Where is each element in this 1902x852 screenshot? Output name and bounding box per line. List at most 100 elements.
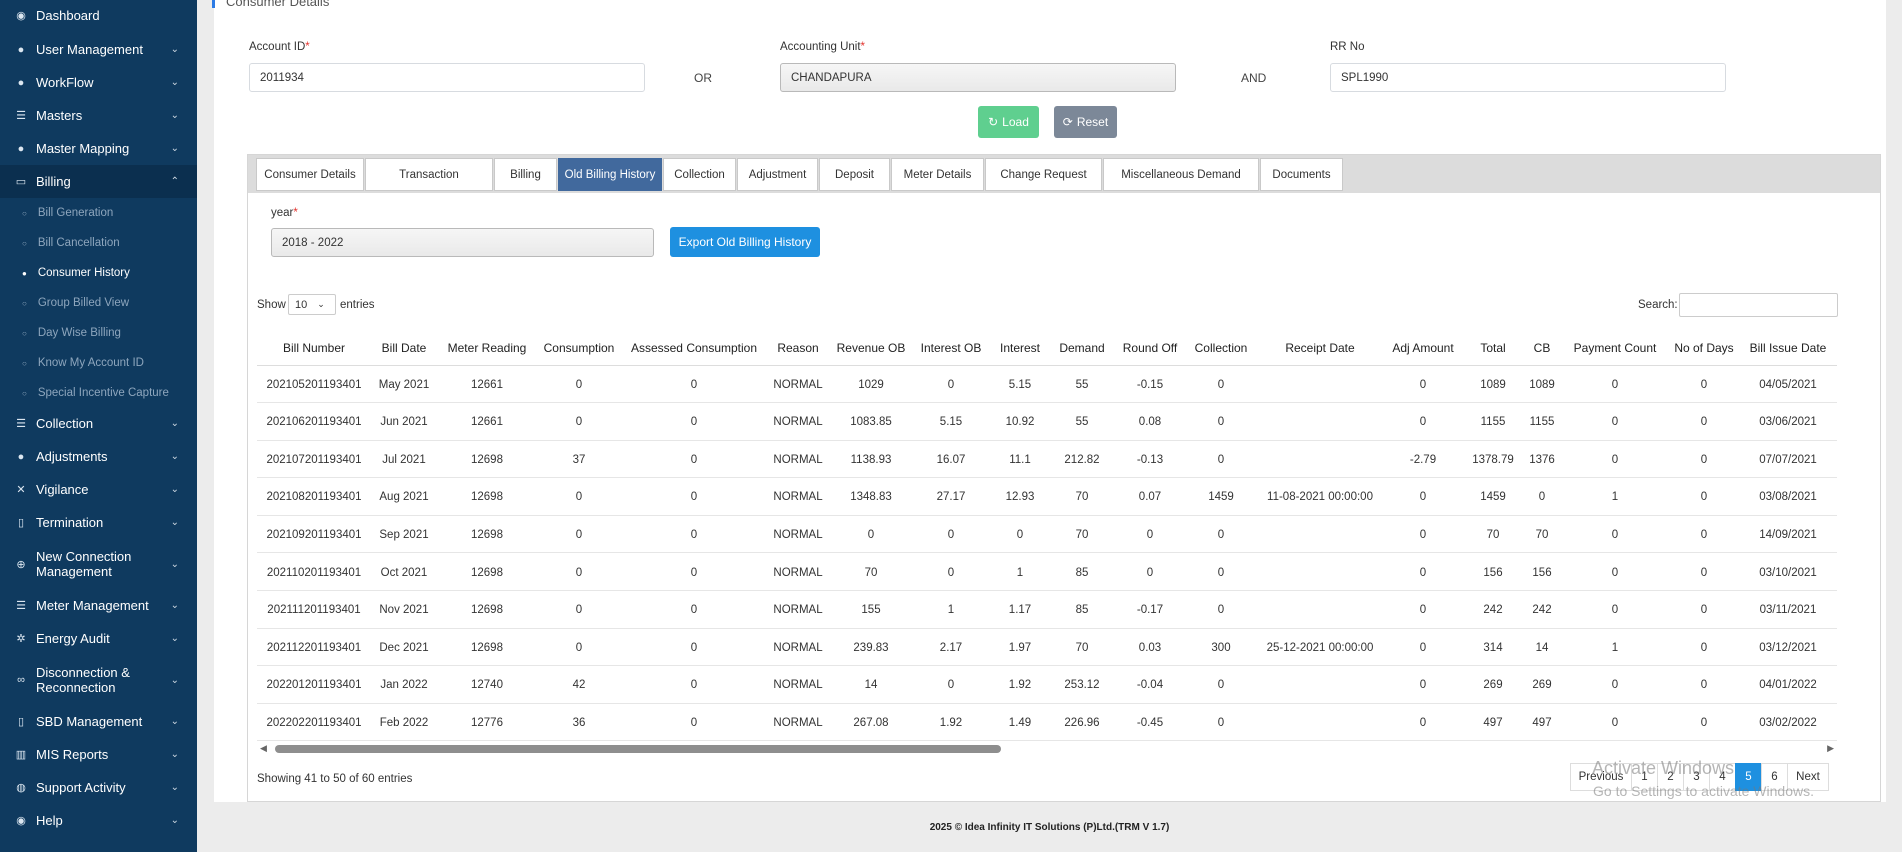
sidebar-item-master-mapping[interactable]: ● Master Mapping ⌄ — [0, 132, 197, 165]
chevron-icon: ⌄ — [170, 418, 179, 429]
rr-no-input[interactable]: SPL1990 — [1330, 63, 1726, 92]
mobile-icon: ▯ — [17, 716, 25, 728]
sidebar-item-collection[interactable]: ☰ Collection ⌄ — [0, 407, 197, 440]
cell-cb: 242 — [1532, 604, 1552, 617]
tab-old-billing-history[interactable]: Old Billing History — [558, 158, 662, 191]
billing-sub-know-my-account-id[interactable]: ○ Know My Account ID — [0, 348, 197, 378]
sidebar-item-termination[interactable]: ▯ Termination ⌄ — [0, 506, 197, 539]
load-button[interactable]: ↻ Load — [978, 106, 1039, 138]
sidebar-item-dashboard[interactable]: ◉ Dashboard — [0, 0, 197, 30]
tab-documents[interactable]: Documents — [1260, 158, 1343, 191]
billing-sub-group-billed-view[interactable]: ○ Group Billed View — [0, 288, 197, 318]
sidebar-item-energy-audit[interactable]: ✲ Energy Audit ⌄ — [0, 622, 197, 655]
cell-no-of-days: 0 — [1700, 604, 1708, 617]
billing-sub-bill-generation[interactable]: ○ Bill Generation — [0, 198, 197, 228]
cell-adj-amount: 0 — [1419, 566, 1427, 579]
search-input[interactable] — [1679, 293, 1838, 317]
column-header-assessed-consumption[interactable]: Assessed Consumption — [624, 330, 764, 366]
cell-no-of-days: 0 — [1700, 679, 1708, 692]
tab-collection[interactable]: Collection — [663, 158, 736, 191]
sidebar-item-billing[interactable]: ▭ Billing ⌃ — [0, 165, 197, 198]
cell-round-off: -0.17 — [1136, 604, 1164, 617]
sidebar-item-support-activity[interactable]: ◍ Support Activity ⌄ — [0, 771, 197, 804]
sidebar-item-sbd-management[interactable]: ▯ SBD Management ⌄ — [0, 705, 197, 738]
scrollbar-thumb[interactable] — [275, 745, 1001, 753]
tab-meter-details[interactable]: Meter Details — [891, 158, 984, 191]
chevron-icon: ⌄ — [170, 77, 179, 88]
sidebar-item-meter-management[interactable]: ☰ Meter Management ⌄ — [0, 589, 197, 622]
table-row: 202201201193401 Jan 2022 12740 42 0 NORMAL 14 0… — [257, 667, 1837, 704]
export-old-billing-history-button[interactable]: Export Old Billing History — [670, 227, 820, 257]
column-header-bill-date[interactable]: Bill Date — [369, 330, 439, 366]
horizontal-scrollbar[interactable]: ◀ ▶ — [257, 743, 1837, 753]
cell-collection: 0 — [1217, 416, 1225, 429]
billing-sub-special-incentive-capture[interactable]: ○ Special Incentive Capture — [0, 378, 197, 408]
sidebar-item-label: Support Activity — [36, 780, 126, 795]
chevron-icon: ⌄ — [170, 600, 179, 611]
column-header-receipt-date[interactable]: Receipt Date — [1255, 330, 1385, 366]
tab-miscellaneous-demand[interactable]: Miscellaneous Demand — [1103, 158, 1259, 191]
billing-sub-consumer-history[interactable]: ● Consumer History — [0, 258, 197, 288]
column-header-round-off[interactable]: Round Off — [1115, 330, 1185, 366]
tab-strip: Consumer Details Transaction Billing Old Bi… — [248, 155, 1880, 193]
column-header-interest[interactable]: Interest — [990, 330, 1050, 366]
column-header-bill-issue-date[interactable]: Bill Issue Date — [1740, 330, 1836, 366]
cell-interest-ob: 1.92 — [939, 716, 963, 729]
sidebar-item-masters[interactable]: ☰ Masters ⌄ — [0, 99, 197, 132]
billing-sub-day-wise-billing[interactable]: ○ Day Wise Billing — [0, 318, 197, 348]
page-size-select[interactable]: 10 ⌄ — [288, 294, 336, 315]
cell-meter-reading: 12661 — [471, 416, 503, 429]
sidebar-item-adjustments[interactable]: ● Adjustments ⌄ — [0, 440, 197, 473]
sidebar-item-mis-reports[interactable]: ▥ MIS Reports ⌄ — [0, 738, 197, 771]
column-header-cb[interactable]: CB — [1522, 330, 1562, 366]
cell-collection: 300 — [1211, 641, 1231, 654]
sub-item-label: Group Billed View — [37, 297, 130, 309]
column-header-collection[interactable]: Collection — [1186, 330, 1256, 366]
column-header-adj-amount[interactable]: Adj Amount — [1383, 330, 1463, 366]
sidebar-item-vigilance[interactable]: ✕ Vigilance ⌄ — [0, 473, 197, 506]
column-header-total[interactable]: Total — [1463, 330, 1523, 366]
column-header-meter-reading[interactable]: Meter Reading — [442, 330, 532, 366]
account-id-input[interactable]: 2011934 — [249, 63, 645, 92]
tab-deposit[interactable]: Deposit — [819, 158, 890, 191]
column-header-consumption[interactable]: Consumption — [534, 330, 624, 366]
accounting-unit-select[interactable]: CHANDAPURA — [780, 63, 1176, 92]
cell-cb: 70 — [1535, 528, 1549, 541]
column-header-bill-number[interactable]: Bill Number — [259, 330, 369, 366]
or-label: OR — [694, 71, 712, 85]
and-label: AND — [1241, 71, 1267, 85]
tab-billing[interactable]: Billing — [494, 158, 557, 191]
sidebar-item-label: Billing — [36, 174, 71, 189]
column-header-reason[interactable]: Reason — [768, 330, 828, 366]
table-row: 202111201193401 Nov 2021 12698 0 0 NORMAL 155 1… — [257, 592, 1837, 629]
help-icon: ◉ — [16, 815, 26, 827]
chevron-icon: ⌄ — [170, 44, 179, 55]
column-header-demand[interactable]: Demand — [1052, 330, 1112, 366]
trash-icon: ▯ — [17, 517, 25, 529]
column-header-revenue-ob[interactable]: Revenue OB — [831, 330, 911, 366]
year-select[interactable]: 2018 - 2022 — [271, 228, 654, 257]
reset-button[interactable]: ⟳ Reset — [1054, 106, 1117, 138]
sidebar-item-help[interactable]: ◉ Help ⌄ — [0, 804, 197, 837]
tab-change-request[interactable]: Change Request — [985, 158, 1102, 191]
cell-round-off: -0.13 — [1136, 453, 1164, 466]
scroll-left-icon[interactable]: ◀ — [260, 743, 267, 754]
table-row: 202112201193401 Dec 2021 12698 0 0 NORMAL 239.… — [257, 629, 1837, 667]
tab-transaction[interactable]: Transaction — [365, 158, 493, 191]
tab-consumer-details[interactable]: Consumer Details — [256, 158, 364, 191]
sidebar-item-workflow[interactable]: ● WorkFlow ⌄ — [0, 66, 197, 99]
column-header-interest-ob[interactable]: Interest OB — [911, 330, 991, 366]
tab-adjustment[interactable]: Adjustment — [737, 158, 818, 191]
column-header-no-of-days[interactable]: No of Days — [1669, 330, 1739, 366]
sidebar-item-user-management[interactable]: ● User Management ⌄ — [0, 33, 197, 66]
sidebar-item-label: Disconnection & Reconnection — [36, 665, 130, 695]
cell-demand: 212.82 — [1064, 453, 1100, 466]
column-header-payment-count[interactable]: Payment Count — [1570, 330, 1660, 366]
sidebar-item-new-connection-management[interactable]: ⊕ New Connection Management ⌄ — [0, 539, 197, 589]
bullet-icon: ○ — [22, 208, 27, 218]
sidebar-item-disconnection-reconnection[interactable]: ∞ Disconnection & Reconnection ⌄ — [0, 655, 197, 705]
billing-sub-bill-cancellation[interactable]: ○ Bill Cancellation — [0, 228, 197, 258]
scroll-right-icon[interactable]: ▶ — [1827, 743, 1834, 754]
cell-demand: 55 — [1075, 378, 1089, 391]
cell-reason: NORMAL — [773, 491, 823, 504]
